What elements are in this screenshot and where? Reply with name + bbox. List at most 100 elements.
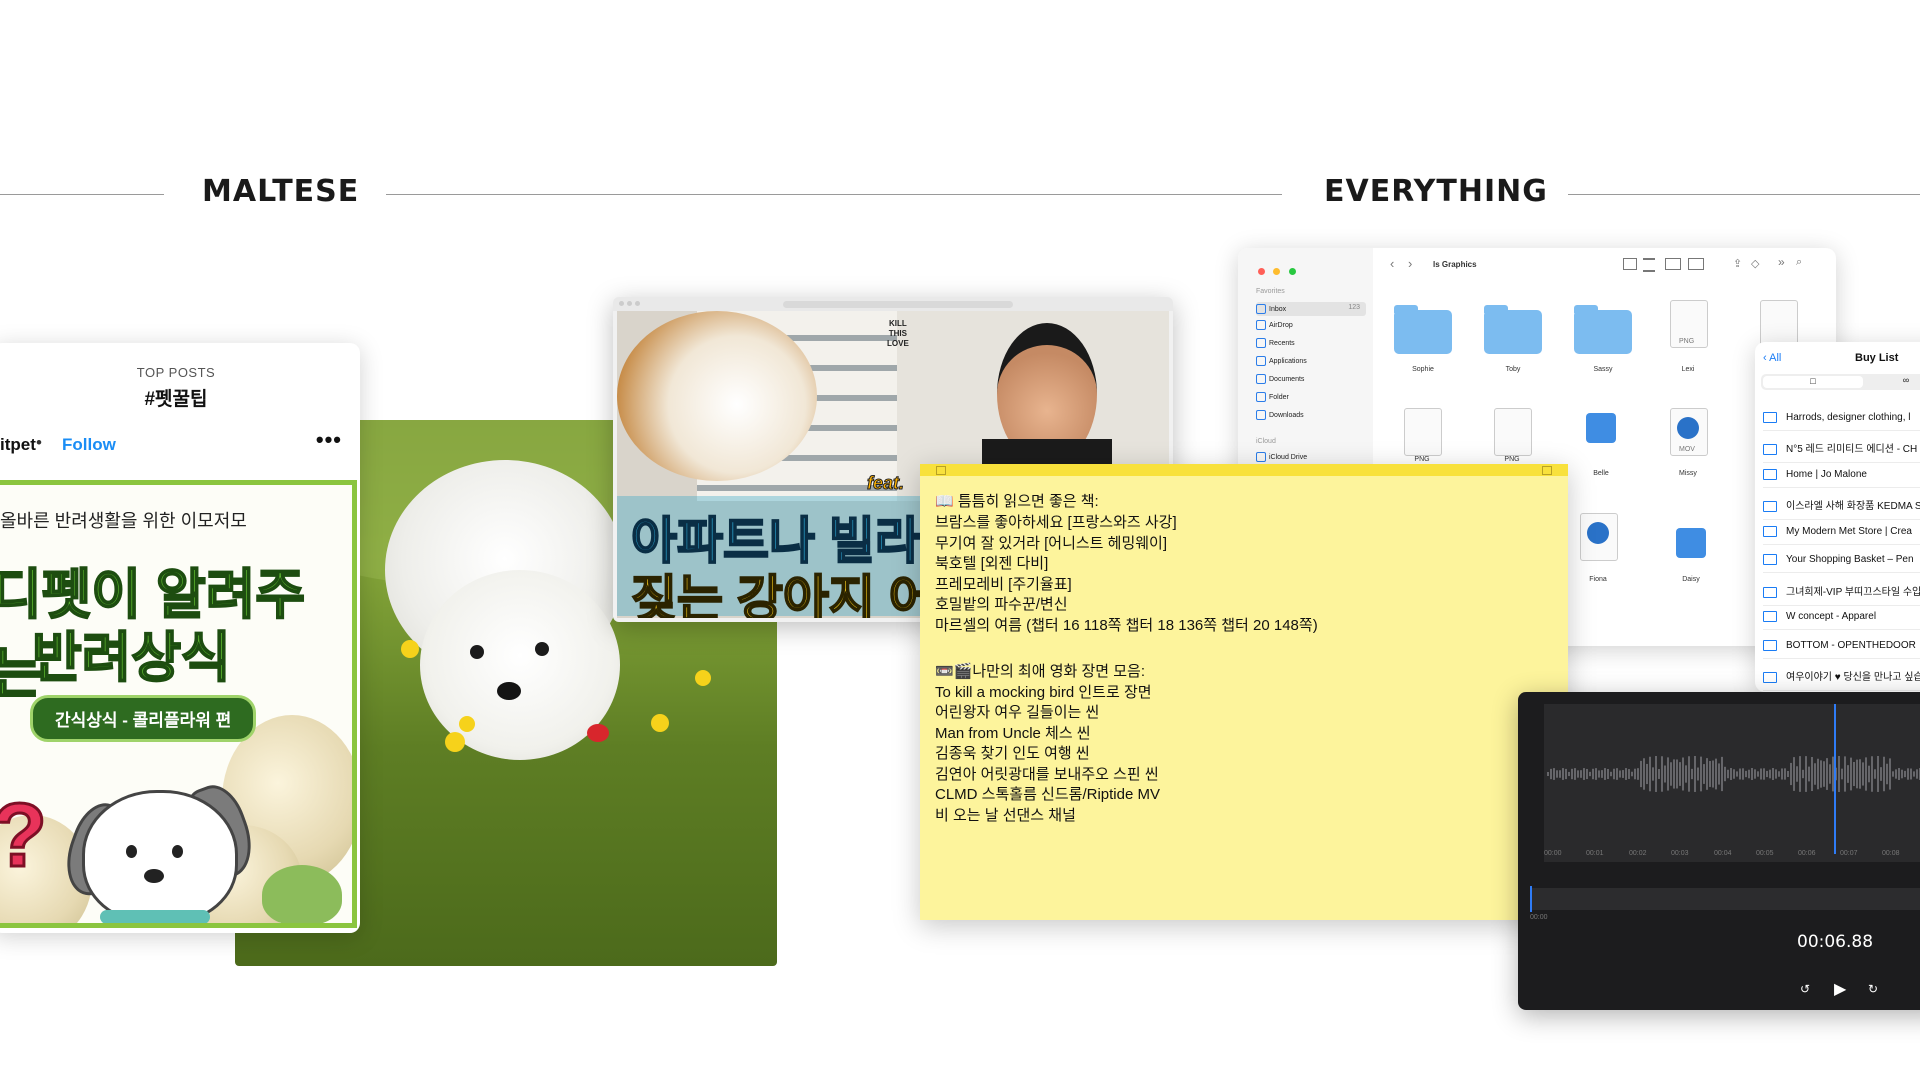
mov-file-icon[interactable] xyxy=(1580,513,1618,561)
more-options-icon[interactable]: ••• xyxy=(316,427,342,453)
sidebar-item-downloads[interactable]: Downloads xyxy=(1256,410,1304,420)
folder-icon[interactable] xyxy=(1574,305,1632,354)
list-item[interactable]: 그녀희제-VIP 부띠끄스타일 수입 xyxy=(1763,583,1920,606)
forward-15-icon[interactable]: ↻ xyxy=(1868,982,1878,996)
sidebar-item-folder[interactable]: Folder xyxy=(1256,392,1289,402)
file-label: Sassy xyxy=(1593,366,1613,373)
book-segment[interactable]: □ xyxy=(1763,376,1863,388)
overview-tick-label: 00:00 xyxy=(1530,914,1548,921)
buy-list-window[interactable]: ‹ All Buy List □ ∞ Harrods, designer clo… xyxy=(1755,342,1920,692)
list-item[interactable]: 여우이야기 ♥ 당신을 만나고 싶습 xyxy=(1763,668,1920,691)
sticky-close-button[interactable] xyxy=(936,466,946,475)
glasses-segment[interactable]: ∞ xyxy=(1871,375,1920,387)
left-rule-2 xyxy=(386,194,1282,195)
sidebar-item-inbox[interactable]: Inbox 123 xyxy=(1256,302,1366,316)
applications-icon xyxy=(1256,356,1266,366)
address-bar[interactable] xyxy=(783,301,1013,308)
gallery-view-icon[interactable] xyxy=(1688,258,1704,270)
sticky-expand-button[interactable] xyxy=(1542,466,1552,475)
follow-button[interactable]: Follow xyxy=(62,435,116,455)
book-icon xyxy=(1763,586,1777,598)
question-mark-icon: ? xyxy=(0,785,48,888)
close-button[interactable] xyxy=(1258,268,1265,275)
list-view-icon[interactable] xyxy=(1643,258,1655,272)
note-line: 프레모레비 [주기율표] xyxy=(935,576,1072,593)
sidebar-item-applications[interactable]: Applications xyxy=(1256,356,1307,366)
file-label: Daisy xyxy=(1682,576,1700,583)
ig-separator: • xyxy=(36,433,42,452)
book-icon xyxy=(1763,500,1777,512)
art-subtitle: 올바른 반려생활을 위한 이모저모 xyxy=(0,511,247,531)
folder-icon[interactable] xyxy=(1394,305,1452,354)
minimize-dot[interactable] xyxy=(627,301,632,306)
list-item[interactable]: 이스라엘 사해 화장품 KEDMA S xyxy=(1763,497,1920,520)
mov-file-icon[interactable]: MOV xyxy=(1670,408,1708,456)
mov-badge: MOV xyxy=(1679,446,1695,453)
instagram-post-card: TOP POSTS #펫꿀팁 itpet • Follow ••• 올바른 반려… xyxy=(0,343,360,933)
tick-label: 00:06 xyxy=(1798,850,1816,857)
dog-nose xyxy=(497,682,521,700)
rewind-15-icon[interactable]: ↺ xyxy=(1800,982,1810,996)
minimize-button[interactable] xyxy=(1273,268,1281,275)
png-file-icon[interactable] xyxy=(1760,300,1798,348)
waveform-display[interactable] xyxy=(1544,704,1920,862)
tick-label: 00:04 xyxy=(1714,850,1732,857)
list-item[interactable]: Your Shopping Basket – Pen xyxy=(1763,554,1920,574)
document-icon xyxy=(1256,374,1266,384)
share-icon[interactable]: ⇪ xyxy=(1733,257,1742,270)
note-line: 마르셀의 여름 (챕터 16 118쪽 챕터 18 136쪽 챕터 20 148… xyxy=(935,617,1318,634)
list-item[interactable]: N°5 레드 리미티드 에디션 - CH xyxy=(1763,440,1920,463)
list-item[interactable]: W concept - Apparel xyxy=(1763,611,1920,631)
sidebar-item-documents[interactable]: Documents xyxy=(1256,374,1304,384)
note-line: 비 오는 날 선댄스 채널 xyxy=(935,807,1076,824)
back-all-button[interactable]: ‹ All xyxy=(1763,352,1781,364)
keynote-file-icon[interactable] xyxy=(1586,413,1616,443)
sidebar-item-recents[interactable]: Recents xyxy=(1256,338,1295,348)
keynote-file-icon[interactable] xyxy=(1676,528,1706,558)
inbox-count: 123 xyxy=(1348,304,1360,311)
tick-label: 00:00 xyxy=(1544,850,1562,857)
png-file-icon[interactable] xyxy=(1404,408,1442,456)
play-icon[interactable]: ▶ xyxy=(1834,979,1846,999)
right-rule xyxy=(1568,194,1920,195)
png-badge: PNG xyxy=(1679,338,1695,345)
sidebar-item-icloud-drive[interactable]: iCloud Drive xyxy=(1256,452,1307,462)
list-item[interactable]: Home | Jo Malone xyxy=(1763,469,1920,489)
file-label: PNG xyxy=(1414,456,1430,463)
voice-memo-window[interactable]: 00:00 00:01 00:02 00:03 00:04 00:05 00:0… xyxy=(1518,692,1920,1010)
list-item[interactable]: My Modern Met Store | Crea xyxy=(1763,526,1920,546)
browser-titlebar xyxy=(613,297,1173,311)
more-icon[interactable]: » xyxy=(1778,255,1785,269)
ig-post-image[interactable]: 올바른 반려생활을 위한 이모저모 디펫이 알려주는 반려상식 간식상식 - 콜… xyxy=(0,480,357,928)
back-icon[interactable]: ‹ xyxy=(1390,256,1394,271)
star-icon xyxy=(1256,304,1266,314)
segmented-control[interactable]: □ ∞ xyxy=(1761,374,1920,390)
favorites-label: Favorites xyxy=(1256,288,1285,295)
list-item[interactable]: BOTTOM - OPENTHEDOOR xyxy=(1763,640,1920,660)
png-file-icon[interactable] xyxy=(1494,408,1532,456)
sidebar-item-airdrop[interactable]: AirDrop xyxy=(1256,320,1293,330)
ig-username[interactable]: itpet xyxy=(0,435,36,455)
file-label: Missy xyxy=(1679,470,1697,477)
column-view-icon[interactable] xyxy=(1665,258,1681,270)
book-icon xyxy=(1763,611,1777,622)
note-line: Man from Uncle 체스 씬 xyxy=(935,725,1091,742)
search-icon[interactable]: ⌕ xyxy=(1796,256,1802,269)
list-item[interactable]: Harrods, designer clothing, l xyxy=(1763,412,1920,432)
maximize-dot[interactable] xyxy=(635,301,640,306)
book-icon xyxy=(1763,469,1777,480)
png-file-icon[interactable]: PNG xyxy=(1670,300,1708,348)
folder-icon[interactable] xyxy=(1484,305,1542,354)
note-line: 어린왕자 여우 길들이는 씬 xyxy=(935,704,1100,721)
tag-icon[interactable]: ◇ xyxy=(1751,257,1759,270)
sticky-note[interactable]: 📖 틈틈히 읽으면 좋은 책: 브람스를 좋아하세요 [프랑스와즈 사강] 무기… xyxy=(920,464,1568,920)
playhead[interactable] xyxy=(1834,704,1836,854)
forward-icon[interactable]: › xyxy=(1408,256,1412,271)
zoom-button[interactable] xyxy=(1288,268,1296,275)
close-dot[interactable] xyxy=(619,301,624,306)
overview-playhead[interactable] xyxy=(1530,886,1532,912)
top-posts-label: TOP POSTS xyxy=(136,365,216,380)
overview-waveform[interactable] xyxy=(1530,886,1920,912)
grid-view-icon[interactable] xyxy=(1623,258,1637,270)
note-line: To kill a mocking bird 인트로 장면 xyxy=(935,684,1152,701)
